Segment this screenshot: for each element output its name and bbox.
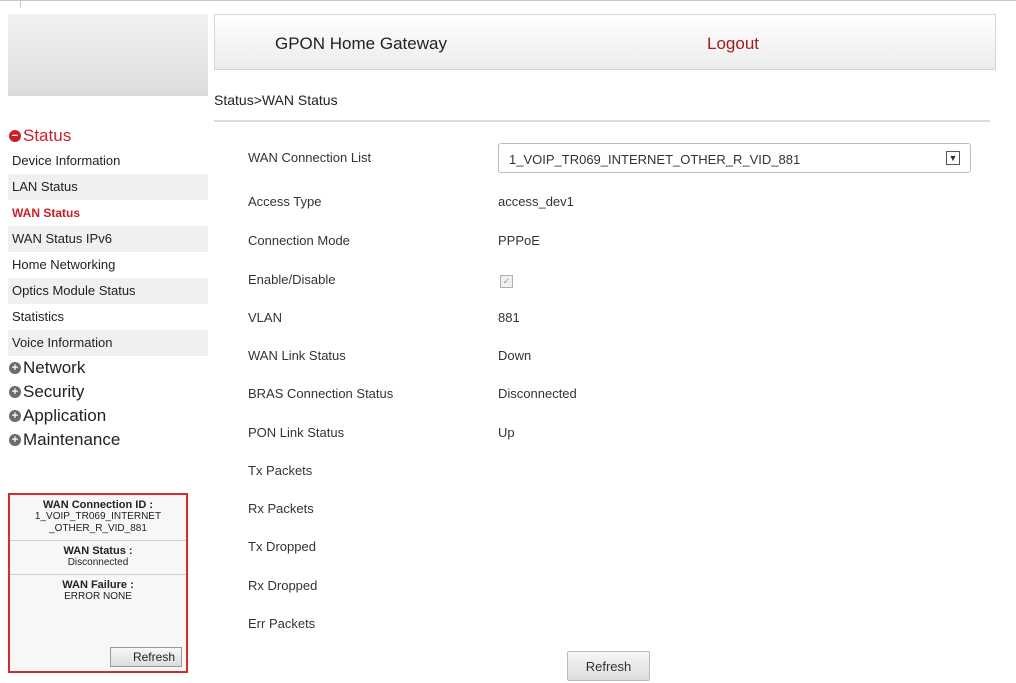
breadcrumb-divider bbox=[214, 120, 990, 122]
rx-dropped-label: Rx Dropped bbox=[248, 578, 318, 593]
access-type-label: Access Type bbox=[248, 194, 322, 209]
sidebar-category-application[interactable]: + Application bbox=[8, 404, 208, 428]
minus-circle-icon: − bbox=[9, 130, 21, 142]
err-packets-label: Err Packets bbox=[248, 616, 316, 631]
refresh-button[interactable]: Refresh bbox=[567, 651, 650, 681]
wan-status-section: WAN Status : Disconnected bbox=[10, 541, 186, 575]
sidebar-category-label: Application bbox=[23, 406, 107, 425]
logo-area bbox=[8, 14, 208, 96]
vlan-value: 881 bbox=[498, 310, 520, 325]
sidebar-category-label: Security bbox=[23, 382, 85, 401]
sidebar-category-label: Maintenance bbox=[23, 430, 121, 449]
sidebar-item-statistics[interactable]: Statistics bbox=[8, 304, 208, 330]
wan-failure-section: WAN Failure : ERROR NONE bbox=[10, 575, 186, 608]
sidebar-item-voice-information[interactable]: Voice Information bbox=[8, 330, 208, 356]
sidebar-refresh-button[interactable]: Refresh bbox=[110, 647, 182, 667]
header-bar: GPON Home Gateway Logout bbox=[214, 14, 996, 70]
sidebar-category-status[interactable]: − Status bbox=[8, 124, 208, 148]
sidebar-item-home-networking[interactable]: Home Networking bbox=[8, 252, 208, 278]
access-type-value: access_dev1 bbox=[498, 194, 574, 209]
rx-packets-label: Rx Packets bbox=[248, 501, 314, 516]
plus-circle-icon: + bbox=[9, 362, 21, 374]
wan-connection-id-section: WAN Connection ID : 1_VOIP_TR069_INTERNE… bbox=[10, 495, 186, 541]
wan-failure-value: ERROR NONE bbox=[64, 591, 132, 602]
window-corner bbox=[0, 0, 21, 8]
connection-mode-value: PPPoE bbox=[498, 233, 540, 248]
enable-disable-label: Enable/Disable bbox=[248, 272, 336, 287]
wan-failure-title: WAN Failure : bbox=[62, 579, 134, 591]
sidebar-nav: − Status Device Information LAN Status W… bbox=[8, 124, 208, 452]
sidebar-item-wan-status-ipv6[interactable]: WAN Status IPv6 bbox=[8, 226, 208, 252]
plus-circle-icon: + bbox=[9, 386, 21, 398]
connection-mode-label: Connection Mode bbox=[248, 233, 350, 248]
window-top-border bbox=[0, 0, 1016, 9]
vlan-label: VLAN bbox=[248, 310, 282, 325]
pon-link-status-label: PON Link Status bbox=[248, 425, 345, 440]
bras-connection-status-label: BRAS Connection Status bbox=[248, 386, 394, 401]
wan-connection-list-label: WAN Connection List bbox=[248, 150, 372, 165]
sidebar-category-label: Network bbox=[23, 358, 86, 377]
sidebar-item-wan-status[interactable]: WAN Status bbox=[8, 200, 208, 226]
wan-link-status-value: Down bbox=[498, 348, 532, 363]
plus-circle-icon: + bbox=[9, 434, 21, 446]
logout-link[interactable]: Logout bbox=[707, 34, 759, 54]
sidebar-item-optics-module-status[interactable]: Optics Module Status bbox=[8, 278, 208, 304]
wan-connection-list-select[interactable]: 1_VOIP_TR069_INTERNET_OTHER_R_VID_881 ▼ bbox=[498, 143, 971, 173]
wan-status-value: Disconnected bbox=[67, 557, 129, 568]
plus-circle-icon: + bbox=[9, 410, 21, 422]
chevron-down-icon[interactable]: ▼ bbox=[946, 151, 960, 165]
enable-checkbox[interactable]: ✓ bbox=[500, 275, 513, 288]
wan-status-title: WAN Status : bbox=[63, 545, 133, 557]
sidebar-item-lan-status[interactable]: LAN Status bbox=[8, 174, 208, 200]
brand-title: GPON Home Gateway bbox=[275, 34, 447, 53]
sidebar-category-security[interactable]: + Security bbox=[8, 380, 208, 404]
wan-connection-list-value: 1_VOIP_TR069_INTERNET_OTHER_R_VID_881 bbox=[509, 152, 801, 167]
tx-dropped-label: Tx Dropped bbox=[248, 539, 316, 554]
wan-connection-id-value-line1: 1_VOIP_TR069_INTERNET bbox=[34, 511, 162, 522]
sidebar-category-label: Status bbox=[23, 126, 72, 145]
sidebar-category-maintenance[interactable]: + Maintenance bbox=[8, 428, 208, 452]
wan-connection-id-title: WAN Connection ID : bbox=[43, 499, 153, 511]
pon-link-status-value: Up bbox=[498, 425, 515, 440]
wan-connection-id-value-line2: _OTHER_R_VID_881 bbox=[49, 523, 147, 534]
sidebar-item-device-information[interactable]: Device Information bbox=[8, 148, 208, 174]
tx-packets-label: Tx Packets bbox=[248, 463, 313, 478]
check-icon: ✓ bbox=[502, 276, 511, 286]
sidebar-category-network[interactable]: + Network bbox=[8, 356, 208, 380]
wan-summary-box: WAN Connection ID : 1_VOIP_TR069_INTERNE… bbox=[8, 493, 188, 673]
bras-connection-status-value: Disconnected bbox=[498, 386, 577, 401]
breadcrumb: Status>WAN Status bbox=[214, 92, 338, 108]
wan-link-status-label: WAN Link Status bbox=[248, 348, 346, 363]
